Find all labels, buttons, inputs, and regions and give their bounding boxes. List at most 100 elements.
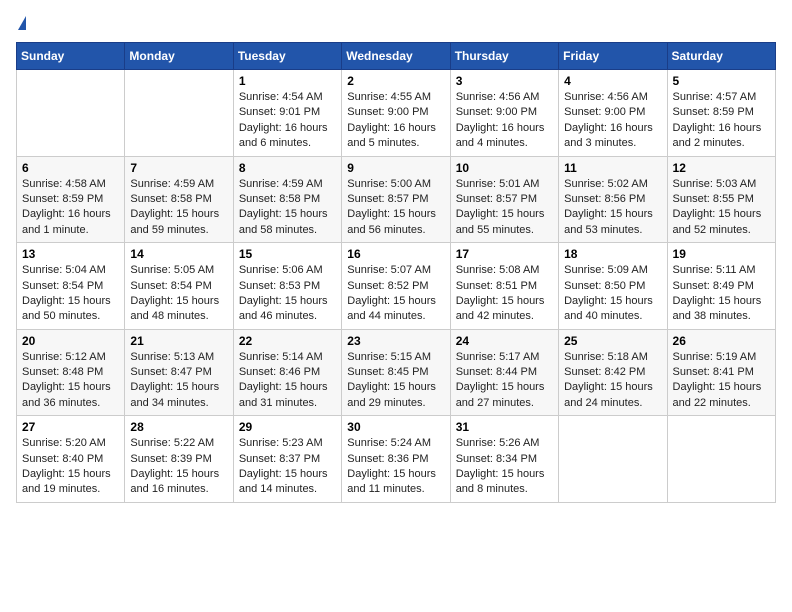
calendar-week-row: 20 Sunrise: 5:12 AM Sunset: 8:48 PM Dayli… [17,329,776,416]
day-info: Sunrise: 5:08 AM Sunset: 8:51 PM Dayligh… [456,263,553,325]
calendar-cell: 3 Sunrise: 4:56 AM Sunset: 9:00 PM Daylig… [450,70,558,157]
day-info: Sunrise: 5:20 AM Sunset: 8:40 PM Dayligh… [22,436,119,498]
calendar-cell: 15 Sunrise: 5:06 AM Sunset: 8:53 PM Dayli… [233,243,341,330]
day-number: 14 [130,247,227,261]
day-number: 2 [347,74,444,88]
day-number: 15 [239,247,336,261]
calendar-week-row: 27 Sunrise: 5:20 AM Sunset: 8:40 PM Dayli… [17,416,776,503]
calendar-cell: 5 Sunrise: 4:57 AM Sunset: 8:59 PM Daylig… [667,70,775,157]
day-info: Sunrise: 5:19 AM Sunset: 8:41 PM Dayligh… [673,350,770,412]
day-number: 21 [130,334,227,348]
calendar-cell: 20 Sunrise: 5:12 AM Sunset: 8:48 PM Dayli… [17,329,125,416]
day-number: 8 [239,161,336,175]
day-info: Sunrise: 5:03 AM Sunset: 8:55 PM Dayligh… [673,177,770,239]
day-number: 27 [22,420,119,434]
calendar-cell: 27 Sunrise: 5:20 AM Sunset: 8:40 PM Dayli… [17,416,125,503]
calendar-cell: 19 Sunrise: 5:11 AM Sunset: 8:49 PM Dayli… [667,243,775,330]
day-info: Sunrise: 5:11 AM Sunset: 8:49 PM Dayligh… [673,263,770,325]
day-number: 6 [22,161,119,175]
calendar-cell: 16 Sunrise: 5:07 AM Sunset: 8:52 PM Dayli… [342,243,450,330]
calendar-cell: 30 Sunrise: 5:24 AM Sunset: 8:36 PM Dayli… [342,416,450,503]
calendar-cell: 8 Sunrise: 4:59 AM Sunset: 8:58 PM Daylig… [233,156,341,243]
day-number: 25 [564,334,661,348]
day-info: Sunrise: 5:17 AM Sunset: 8:44 PM Dayligh… [456,350,553,412]
day-info: Sunrise: 5:23 AM Sunset: 8:37 PM Dayligh… [239,436,336,498]
calendar-cell [559,416,667,503]
day-info: Sunrise: 4:59 AM Sunset: 8:58 PM Dayligh… [130,177,227,239]
day-info: Sunrise: 5:15 AM Sunset: 8:45 PM Dayligh… [347,350,444,412]
day-info: Sunrise: 5:02 AM Sunset: 8:56 PM Dayligh… [564,177,661,239]
calendar-cell: 12 Sunrise: 5:03 AM Sunset: 8:55 PM Dayli… [667,156,775,243]
logo [16,16,26,30]
day-number: 26 [673,334,770,348]
calendar-week-row: 6 Sunrise: 4:58 AM Sunset: 8:59 PM Daylig… [17,156,776,243]
day-number: 7 [130,161,227,175]
calendar-cell: 2Sunrise: 4:55 AM Sunset: 9:00 PM Daylig… [342,70,450,157]
calendar-cell [17,70,125,157]
calendar-cell: 18 Sunrise: 5:09 AM Sunset: 8:50 PM Dayli… [559,243,667,330]
logo-icon [18,16,26,30]
calendar-cell: 4Sunrise: 4:56 AM Sunset: 9:00 PM Daylig… [559,70,667,157]
day-info: Sunrise: 5:22 AM Sunset: 8:39 PM Dayligh… [130,436,227,498]
day-info: Sunrise: 4:59 AM Sunset: 8:58 PM Dayligh… [239,177,336,239]
day-number: 18 [564,247,661,261]
day-info: Sunrise: 4:56 AM Sunset: 9:00 PM Dayligh… [456,90,553,152]
day-number: 23 [347,334,444,348]
calendar-week-row: 1 Sunrise: 4:54 AM Sunset: 9:01 PM Daylig… [17,70,776,157]
calendar-header-row: SundayMondayTuesdayWednesdayThursdayFrid… [17,43,776,70]
day-number: 16 [347,247,444,261]
day-number: 12 [673,161,770,175]
day-number: 20 [22,334,119,348]
day-number: 10 [456,161,553,175]
day-number: 9 [347,161,444,175]
page-header [16,16,776,30]
calendar-week-row: 13Sunrise: 5:04 AM Sunset: 8:54 PM Dayli… [17,243,776,330]
calendar-header-saturday: Saturday [667,43,775,70]
day-number: 31 [456,420,553,434]
calendar-cell: 10Sunrise: 5:01 AM Sunset: 8:57 PM Dayli… [450,156,558,243]
day-info: Sunrise: 4:57 AM Sunset: 8:59 PM Dayligh… [673,90,770,152]
calendar-cell: 17 Sunrise: 5:08 AM Sunset: 8:51 PM Dayli… [450,243,558,330]
calendar-cell: 22Sunrise: 5:14 AM Sunset: 8:46 PM Dayli… [233,329,341,416]
calendar-cell: 31 Sunrise: 5:26 AM Sunset: 8:34 PM Dayli… [450,416,558,503]
day-number: 19 [673,247,770,261]
calendar-header-thursday: Thursday [450,43,558,70]
calendar-cell: 23 Sunrise: 5:15 AM Sunset: 8:45 PM Dayli… [342,329,450,416]
day-number: 17 [456,247,553,261]
day-number: 22 [239,334,336,348]
calendar-cell: 9 Sunrise: 5:00 AM Sunset: 8:57 PM Daylig… [342,156,450,243]
day-number: 28 [130,420,227,434]
calendar-cell: 13Sunrise: 5:04 AM Sunset: 8:54 PM Dayli… [17,243,125,330]
day-info: Sunrise: 5:00 AM Sunset: 8:57 PM Dayligh… [347,177,444,239]
calendar-header-tuesday: Tuesday [233,43,341,70]
day-info: Sunrise: 5:12 AM Sunset: 8:48 PM Dayligh… [22,350,119,412]
day-info: Sunrise: 4:54 AM Sunset: 9:01 PM Dayligh… [239,90,336,152]
day-info: Sunrise: 5:05 AM Sunset: 8:54 PM Dayligh… [130,263,227,325]
day-info: Sunrise: 5:26 AM Sunset: 8:34 PM Dayligh… [456,436,553,498]
day-number: 4 [564,74,661,88]
day-info: Sunrise: 5:06 AM Sunset: 8:53 PM Dayligh… [239,263,336,325]
calendar-cell: 11 Sunrise: 5:02 AM Sunset: 8:56 PM Dayli… [559,156,667,243]
day-info: Sunrise: 5:24 AM Sunset: 8:36 PM Dayligh… [347,436,444,498]
calendar-cell: 24 Sunrise: 5:17 AM Sunset: 8:44 PM Dayli… [450,329,558,416]
calendar-cell [125,70,233,157]
calendar-cell: 28 Sunrise: 5:22 AM Sunset: 8:39 PM Dayli… [125,416,233,503]
day-info: Sunrise: 5:09 AM Sunset: 8:50 PM Dayligh… [564,263,661,325]
calendar-cell: 7 Sunrise: 4:59 AM Sunset: 8:58 PM Daylig… [125,156,233,243]
day-number: 1 [239,74,336,88]
calendar-cell: 14 Sunrise: 5:05 AM Sunset: 8:54 PM Dayli… [125,243,233,330]
day-number: 24 [456,334,553,348]
day-number: 29 [239,420,336,434]
day-number: 5 [673,74,770,88]
day-info: Sunrise: 4:58 AM Sunset: 8:59 PM Dayligh… [22,177,119,239]
day-number: 3 [456,74,553,88]
day-number: 30 [347,420,444,434]
calendar-cell: 6 Sunrise: 4:58 AM Sunset: 8:59 PM Daylig… [17,156,125,243]
calendar-cell: 25Sunrise: 5:18 AM Sunset: 8:42 PM Dayli… [559,329,667,416]
calendar-header-monday: Monday [125,43,233,70]
calendar-cell: 1 Sunrise: 4:54 AM Sunset: 9:01 PM Daylig… [233,70,341,157]
calendar-header-friday: Friday [559,43,667,70]
day-info: Sunrise: 5:07 AM Sunset: 8:52 PM Dayligh… [347,263,444,325]
day-number: 11 [564,161,661,175]
calendar-header-sunday: Sunday [17,43,125,70]
